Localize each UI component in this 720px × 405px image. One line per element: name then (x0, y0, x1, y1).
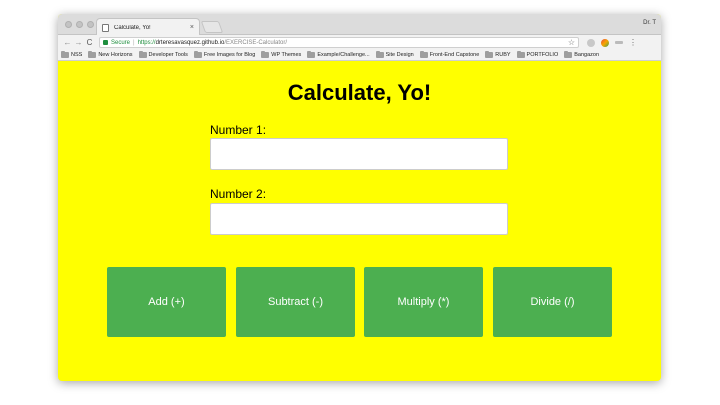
bookmark-item[interactable]: New Horizons (88, 51, 133, 58)
url-separator: | (133, 39, 135, 46)
bookmark-item[interactable]: RUBY (485, 51, 511, 58)
bookmark-item[interactable]: NSS (61, 51, 82, 58)
folder-icon (307, 51, 316, 58)
bookmark-item[interactable]: Front-End Capstone (419, 51, 479, 58)
page-icon (102, 23, 109, 32)
tab-strip: Calculate, Yo! × Dr. T (58, 14, 661, 36)
bookmark-star-icon[interactable]: ☆ (568, 38, 575, 47)
folder-icon (138, 51, 147, 58)
number2-label: Number 2: (210, 187, 267, 201)
browser-window: Calculate, Yo! × Dr. T ← → C Secure | ht… (58, 14, 661, 381)
profile-name[interactable]: Dr. T (643, 20, 656, 26)
new-tab-button[interactable] (200, 21, 224, 33)
reload-icon[interactable]: C (84, 38, 95, 47)
folder-icon (419, 51, 428, 58)
address-bar[interactable]: Secure | https:// drteresavasquez.github… (99, 37, 579, 48)
folder-icon (61, 51, 69, 58)
minimize-window-icon[interactable] (76, 21, 83, 28)
add-button[interactable]: Add (+) (107, 267, 226, 337)
bookmark-item[interactable]: Site Design (375, 51, 414, 58)
bookmark-item[interactable]: Developer Tools (138, 51, 188, 58)
forward-icon[interactable]: → (73, 38, 84, 47)
subtract-button[interactable]: Subtract (-) (236, 267, 355, 337)
folder-icon (516, 51, 525, 58)
secure-label: Secure (111, 39, 131, 46)
folder-icon (88, 51, 97, 58)
page-title: Calculate, Yo! (287, 80, 432, 105)
extension-icons (587, 38, 623, 47)
tab-title: Calculate, Yo! (114, 24, 151, 31)
extension-icon[interactable] (615, 41, 623, 44)
lock-icon (103, 40, 108, 45)
bookmarks-bar: NSS New Horizons Developer Tools Free Im… (58, 50, 661, 61)
extension-icon[interactable] (601, 38, 609, 47)
close-window-icon[interactable] (65, 21, 72, 28)
folder-icon (375, 51, 384, 58)
bookmark-item[interactable]: PORTFOLIO (516, 51, 558, 58)
back-icon[interactable]: ← (62, 38, 73, 47)
toolbar: ← → C Secure | https:// drteresavasquez.… (58, 35, 661, 50)
bookmark-item[interactable]: Example/Challenge... (307, 51, 370, 58)
multiply-button[interactable]: Multiply (*) (364, 267, 483, 337)
url-path: /EXERCISE-Calculator/ (224, 39, 287, 46)
folder-icon (193, 51, 202, 58)
url-scheme: https:// (137, 39, 156, 46)
folder-icon (485, 51, 494, 58)
page-content: Calculate, Yo! Number 1: Number 2: Add (… (58, 61, 661, 370)
bookmark-item[interactable]: Bangazon (564, 51, 599, 58)
folder-icon (261, 51, 270, 58)
tab-calculator[interactable]: Calculate, Yo! × (96, 18, 200, 36)
bookmark-item[interactable]: WP Themes (261, 51, 301, 58)
folder-icon (564, 51, 573, 58)
bookmark-item[interactable]: Free Images for Blog (193, 51, 255, 58)
number2-input[interactable] (210, 203, 508, 235)
url-host: drteresavasquez.github.io (155, 39, 225, 46)
divide-button[interactable]: Divide (/) (493, 267, 612, 337)
zoom-window-icon[interactable] (87, 21, 94, 28)
close-icon[interactable]: × (190, 24, 194, 31)
menu-icon[interactable]: ⋮ (629, 38, 637, 47)
number1-input[interactable] (210, 138, 508, 170)
extension-icon[interactable] (587, 38, 595, 47)
number1-label: Number 1: (210, 123, 267, 137)
